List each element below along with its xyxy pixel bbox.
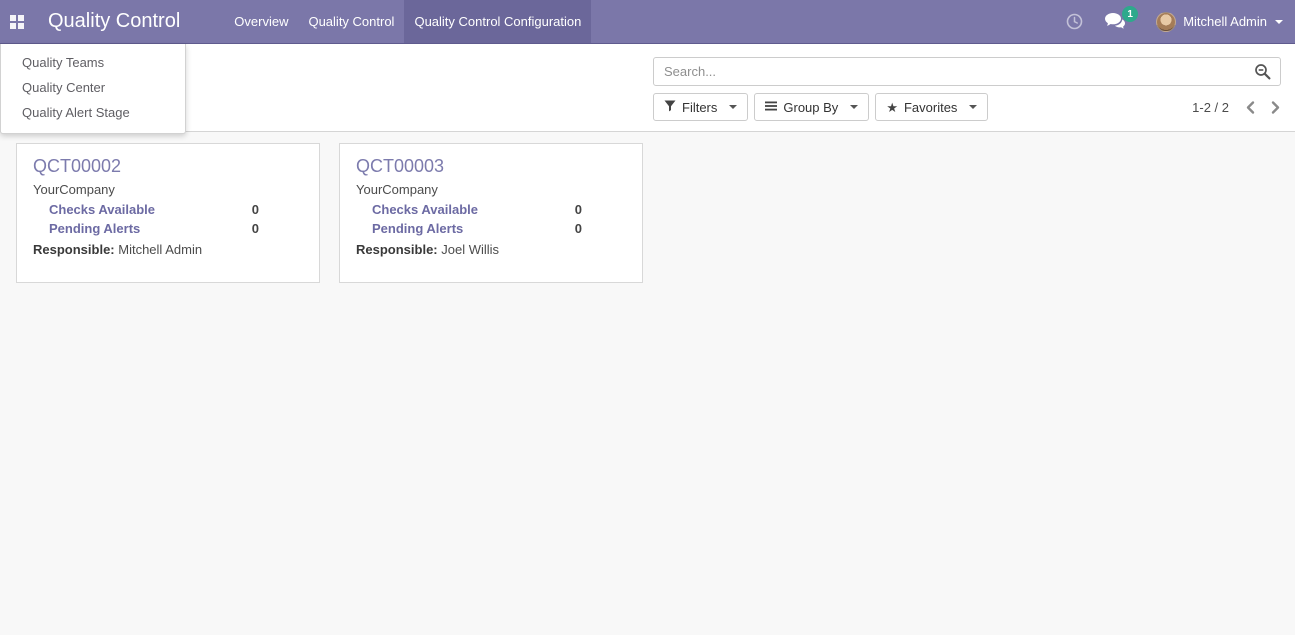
filters-button-label: Filters	[682, 100, 717, 115]
activities-clock-icon[interactable]	[1066, 13, 1083, 30]
pending-alerts-value: 0	[252, 219, 259, 238]
user-avatar	[1156, 12, 1176, 32]
pager-next-button[interactable]	[1270, 100, 1281, 115]
pending-alerts-value: 0	[575, 219, 582, 238]
menu-item-overview[interactable]: Overview	[224, 0, 298, 43]
dropdown-item-quality-alert-stage[interactable]: Quality Alert Stage	[1, 100, 185, 125]
control-panel: Quality Dashboard Filters	[0, 44, 1295, 132]
star-icon: ★	[886, 101, 898, 114]
pager: 1-2 / 2	[1192, 100, 1281, 115]
messages-icon[interactable]: 1	[1105, 13, 1126, 30]
systray: 1 Mitchell Admin	[1066, 0, 1295, 43]
responsible-label: Responsible:	[356, 242, 438, 257]
favorites-button[interactable]: ★ Favorites	[875, 93, 988, 121]
pager-range: 1-2 / 2	[1192, 100, 1229, 115]
checks-available-value: 0	[252, 200, 259, 219]
pager-previous-button[interactable]	[1245, 100, 1256, 115]
app-brand-title[interactable]: Quality Control	[34, 0, 188, 43]
pending-alerts-link[interactable]: Pending Alerts	[372, 219, 463, 238]
card-company: YourCompany	[33, 181, 303, 198]
dropdown-item-quality-center[interactable]: Quality Center	[1, 75, 185, 100]
chevron-down-icon	[850, 105, 858, 109]
messages-count-badge: 1	[1122, 6, 1138, 22]
apps-menu-button[interactable]	[0, 0, 34, 43]
responsible-name: Mitchell Admin	[118, 242, 202, 257]
group-by-button-label: Group By	[783, 100, 838, 115]
user-menu[interactable]: Mitchell Admin	[1156, 12, 1283, 32]
card-title-link[interactable]: QCT00002	[33, 155, 303, 177]
search-icon[interactable]	[1254, 63, 1272, 86]
menu-item-label: Quality Control Configuration	[414, 14, 581, 29]
menu-item-quality-control-configuration[interactable]: Quality Control Configuration	[404, 0, 591, 43]
group-by-button[interactable]: Group By	[754, 93, 869, 121]
top-navbar: Quality Control Overview Quality Control…	[0, 0, 1295, 44]
card-company: YourCompany	[356, 181, 626, 198]
checks-available-value: 0	[575, 200, 582, 219]
checks-available-link[interactable]: Checks Available	[372, 200, 478, 219]
filters-button[interactable]: Filters	[653, 93, 748, 121]
user-name: Mitchell Admin	[1183, 14, 1267, 29]
stat-row: Pending Alerts 0	[49, 219, 303, 238]
stat-row: Pending Alerts 0	[372, 219, 626, 238]
stat-row: Checks Available 0	[49, 200, 303, 219]
card-title-link[interactable]: QCT00003	[356, 155, 626, 177]
search-input[interactable]	[653, 57, 1281, 86]
main-menu: Overview Quality Control Quality Control…	[224, 0, 591, 43]
stat-row: Checks Available 0	[372, 200, 626, 219]
chevron-down-icon	[969, 105, 977, 109]
responsible-name: Joel Willis	[441, 242, 499, 257]
chevron-down-icon	[729, 105, 737, 109]
kanban-view: QCT00002 YourCompany Checks Available 0 …	[0, 132, 1295, 294]
apps-grid-icon	[10, 15, 24, 29]
search-box	[653, 57, 1281, 86]
chevron-down-icon	[1275, 20, 1283, 24]
filter-icon	[664, 100, 676, 115]
checks-available-link[interactable]: Checks Available	[49, 200, 155, 219]
menu-item-quality-control[interactable]: Quality Control	[298, 0, 404, 43]
quality-team-card[interactable]: QCT00003 YourCompany Checks Available 0 …	[339, 143, 643, 283]
responsible-label: Responsible:	[33, 242, 115, 257]
dropdown-item-quality-teams[interactable]: Quality Teams	[1, 50, 185, 75]
configuration-dropdown-menu: Quality Teams Quality Center Quality Ale…	[0, 44, 186, 134]
bars-icon	[765, 100, 777, 115]
pending-alerts-link[interactable]: Pending Alerts	[49, 219, 140, 238]
favorites-button-label: Favorites	[904, 100, 957, 115]
quality-team-card[interactable]: QCT00002 YourCompany Checks Available 0 …	[16, 143, 320, 283]
